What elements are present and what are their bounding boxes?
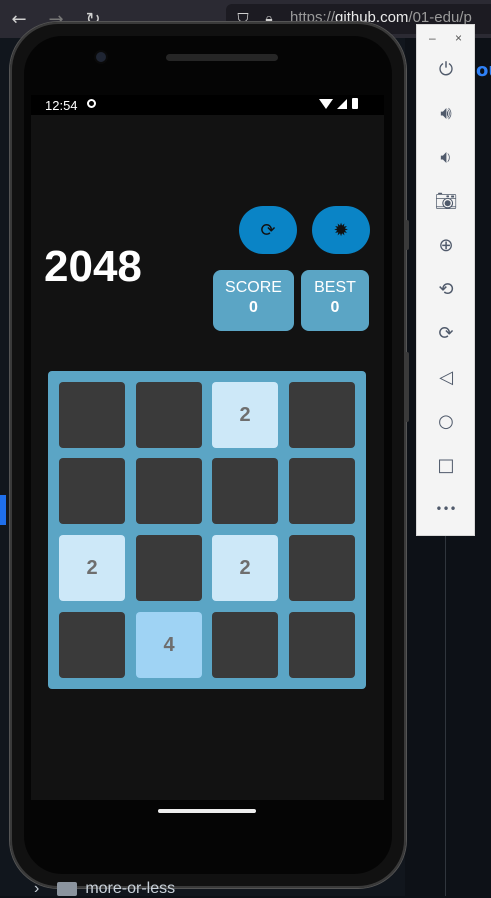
tile xyxy=(136,458,202,524)
phone-power-button xyxy=(405,220,409,250)
tile: 4 xyxy=(136,612,202,678)
notification-icon xyxy=(87,99,96,108)
back-arrow-icon[interactable]: ← xyxy=(8,8,30,30)
wifi-icon xyxy=(319,99,333,109)
tile xyxy=(212,458,278,524)
tile xyxy=(59,612,125,678)
explorer-folder-row[interactable]: › more-or-less xyxy=(34,880,175,898)
phone-volume-button xyxy=(405,352,409,422)
tile xyxy=(136,382,202,448)
rotate-left-icon[interactable]: ⟲ xyxy=(434,277,458,301)
back-icon[interactable]: ◁ xyxy=(434,365,458,389)
theme-toggle-button[interactable]: ✹ xyxy=(312,206,370,254)
tile xyxy=(289,458,355,524)
emulator-toolbar: – × ⏻ 🔊︎ 🔉︎ 📷︎ ⊕ ⟲ ⟳ ◁ ○ □ ••• xyxy=(416,24,475,536)
game-board[interactable]: 2224 xyxy=(48,371,366,689)
home-gesture-bar[interactable] xyxy=(158,809,256,813)
best-value: 0 xyxy=(330,299,340,316)
chevron-right-icon: › xyxy=(34,880,40,897)
sun-icon: ✹ xyxy=(333,219,349,241)
tile: 2 xyxy=(59,535,125,601)
home-icon[interactable]: ○ xyxy=(434,409,458,433)
overview-icon[interactable]: □ xyxy=(434,453,458,477)
tile xyxy=(136,535,202,601)
folder-icon xyxy=(57,881,78,896)
zoom-icon[interactable]: ⊕ xyxy=(434,233,458,257)
game-title: 2048 xyxy=(44,242,142,291)
tile xyxy=(289,612,355,678)
power-icon[interactable]: ⏻ xyxy=(434,57,458,81)
score-box: SCORE 0 xyxy=(213,270,294,331)
volume-down-icon[interactable]: 🔉︎ xyxy=(434,145,458,169)
tile xyxy=(212,612,278,678)
tile xyxy=(289,382,355,448)
folder-name: more-or-less xyxy=(85,880,176,897)
battery-icon xyxy=(352,98,358,109)
tile xyxy=(59,458,125,524)
tile xyxy=(59,382,125,448)
rotate-right-icon[interactable]: ⟳ xyxy=(434,321,458,345)
score-value: 0 xyxy=(249,299,258,316)
status-bar: 12:54 xyxy=(31,95,384,115)
best-label: BEST xyxy=(314,279,356,296)
refresh-icon: ⟳ xyxy=(260,219,276,241)
earpiece-speaker xyxy=(166,54,278,61)
minimize-button[interactable]: – xyxy=(429,31,436,45)
tile: 2 xyxy=(212,535,278,601)
ide-activity-indicator xyxy=(0,495,6,525)
ide-tab-fragment: ou xyxy=(476,60,491,81)
close-button[interactable]: × xyxy=(455,31,462,45)
tile xyxy=(289,535,355,601)
score-label: SCORE xyxy=(225,279,282,296)
camera-icon[interactable]: 📷︎ xyxy=(434,189,458,213)
status-time: 12:54 xyxy=(45,98,78,113)
more-icon[interactable]: ••• xyxy=(434,497,458,521)
best-box: BEST 0 xyxy=(301,270,369,331)
signal-icon xyxy=(337,99,347,109)
restart-button[interactable]: ⟳ xyxy=(239,206,297,254)
phone-screen: 12:54 ⟳ ✹ 2048 SCORE 0 BEST 0 2224 xyxy=(31,95,384,800)
volume-up-icon[interactable]: 🔊︎ xyxy=(434,101,458,125)
tile: 2 xyxy=(212,382,278,448)
front-camera xyxy=(96,52,106,62)
